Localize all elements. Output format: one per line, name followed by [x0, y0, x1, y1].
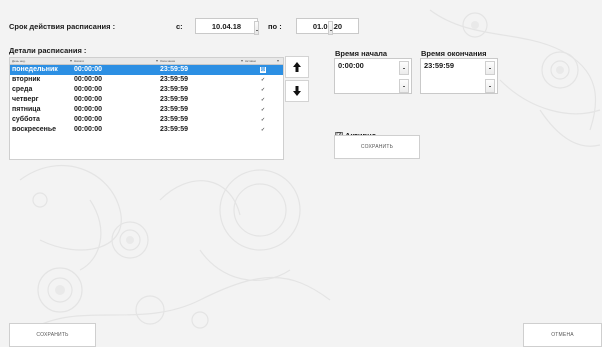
active-checkbox[interactable]: ✓ — [260, 107, 266, 113]
validity-title: Срок действия расписания : — [9, 22, 116, 31]
start-cell: 00:00:00 — [74, 116, 103, 123]
table-row[interactable]: среда 00:00:00 23:59:59 ✓ — [10, 85, 283, 95]
active-checkbox[interactable]: ✓ — [260, 97, 266, 103]
table-row[interactable]: понедельник 00:00:00 23:59:59 ☒ — [10, 65, 283, 75]
arrow-up-icon — [293, 62, 301, 72]
sort-arrow-icon — [70, 60, 72, 62]
end-cell: 23:59:59 — [160, 96, 189, 103]
start-cell: 00:00:00 — [74, 66, 103, 73]
start-time-label: Время начала — [335, 49, 388, 58]
arrow-down-icon — [293, 86, 301, 96]
end-cell: 23:59:59 — [160, 86, 189, 93]
sort-arrow-icon — [156, 60, 158, 62]
end-cell: 23:59:59 — [160, 66, 189, 73]
move-up-button[interactable] — [285, 56, 309, 78]
to-label: по : — [268, 22, 282, 31]
schedule-grid[interactable]: День нед. Начало Окончание Активно понед… — [9, 57, 284, 160]
end-time-spin-down[interactable] — [485, 79, 495, 93]
day-cell: четверг — [12, 96, 39, 103]
table-row[interactable]: суббота 00:00:00 23:59:59 ✓ — [10, 115, 283, 125]
save-button[interactable]: СОХРАНИТЬ — [9, 323, 96, 347]
table-row[interactable]: пятница 00:00:00 23:59:59 ✓ — [10, 105, 283, 115]
end-time-value: 23:59:59 — [424, 61, 455, 70]
details-title: Детали расписания : — [9, 46, 87, 55]
day-cell: пятница — [12, 106, 41, 113]
column-header-start[interactable]: Начало — [74, 58, 84, 64]
active-checkbox[interactable]: ✓ — [260, 77, 266, 83]
day-cell: воскресенье — [12, 126, 57, 133]
day-cell: среда — [12, 86, 33, 93]
column-header-day[interactable]: День нед. — [12, 58, 26, 64]
to-date-dropdown[interactable] — [328, 21, 333, 35]
end-cell: 23:59:59 — [160, 116, 189, 123]
start-time-value: 0:00:00 — [338, 61, 364, 70]
from-date-field[interactable]: 10.04.18 — [195, 18, 258, 34]
move-down-button[interactable] — [285, 80, 309, 102]
from-label: с: — [176, 22, 183, 31]
grid-header: День нед. Начало Окончание Активно — [10, 58, 283, 65]
end-cell: 23:59:59 — [160, 126, 189, 133]
end-cell: 23:59:59 — [160, 76, 189, 83]
table-row[interactable]: четверг 00:00:00 23:59:59 ✓ — [10, 95, 283, 105]
start-cell: 00:00:00 — [74, 106, 103, 113]
end-time-spin-up[interactable] — [485, 61, 495, 75]
start-time-spin-up[interactable] — [399, 61, 409, 75]
table-row[interactable]: воскресенье 00:00:00 23:59:59 ✓ — [10, 125, 283, 135]
active-checkbox[interactable]: ✓ — [260, 117, 266, 123]
start-cell: 00:00:00 — [74, 96, 103, 103]
from-date-dropdown[interactable] — [254, 21, 259, 35]
active-checkbox[interactable]: ✓ — [260, 87, 266, 93]
end-time-label: Время окончания — [421, 49, 487, 58]
day-cell: понедельник — [12, 66, 58, 73]
start-time-spin-down[interactable] — [399, 79, 409, 93]
sort-arrow-icon — [277, 60, 279, 62]
start-cell: 00:00:00 — [74, 76, 103, 83]
end-time-field[interactable]: 23:59:59 — [420, 58, 498, 94]
day-cell: вторник — [12, 76, 41, 83]
start-time-field[interactable]: 0:00:00 — [334, 58, 412, 94]
active-checkbox[interactable]: ✓ — [260, 127, 266, 133]
editor-save-button[interactable]: СОХРАНИТЬ — [334, 135, 420, 159]
column-header-active[interactable]: Активно — [245, 58, 256, 64]
start-cell: 00:00:00 — [74, 126, 103, 133]
end-cell: 23:59:59 — [160, 106, 189, 113]
from-date-value: 10.04.18 — [211, 21, 242, 31]
start-cell: 00:00:00 — [74, 86, 103, 93]
table-row[interactable]: вторник 00:00:00 23:59:59 ✓ — [10, 75, 283, 85]
floral-background — [19, 9, 601, 331]
sort-arrow-icon — [241, 60, 243, 62]
active-checkbox[interactable]: ☒ — [260, 67, 266, 73]
column-header-end[interactable]: Окончание — [160, 58, 175, 64]
cancel-button[interactable]: ОТМЕНА — [523, 323, 602, 347]
day-cell: суббота — [12, 116, 40, 123]
